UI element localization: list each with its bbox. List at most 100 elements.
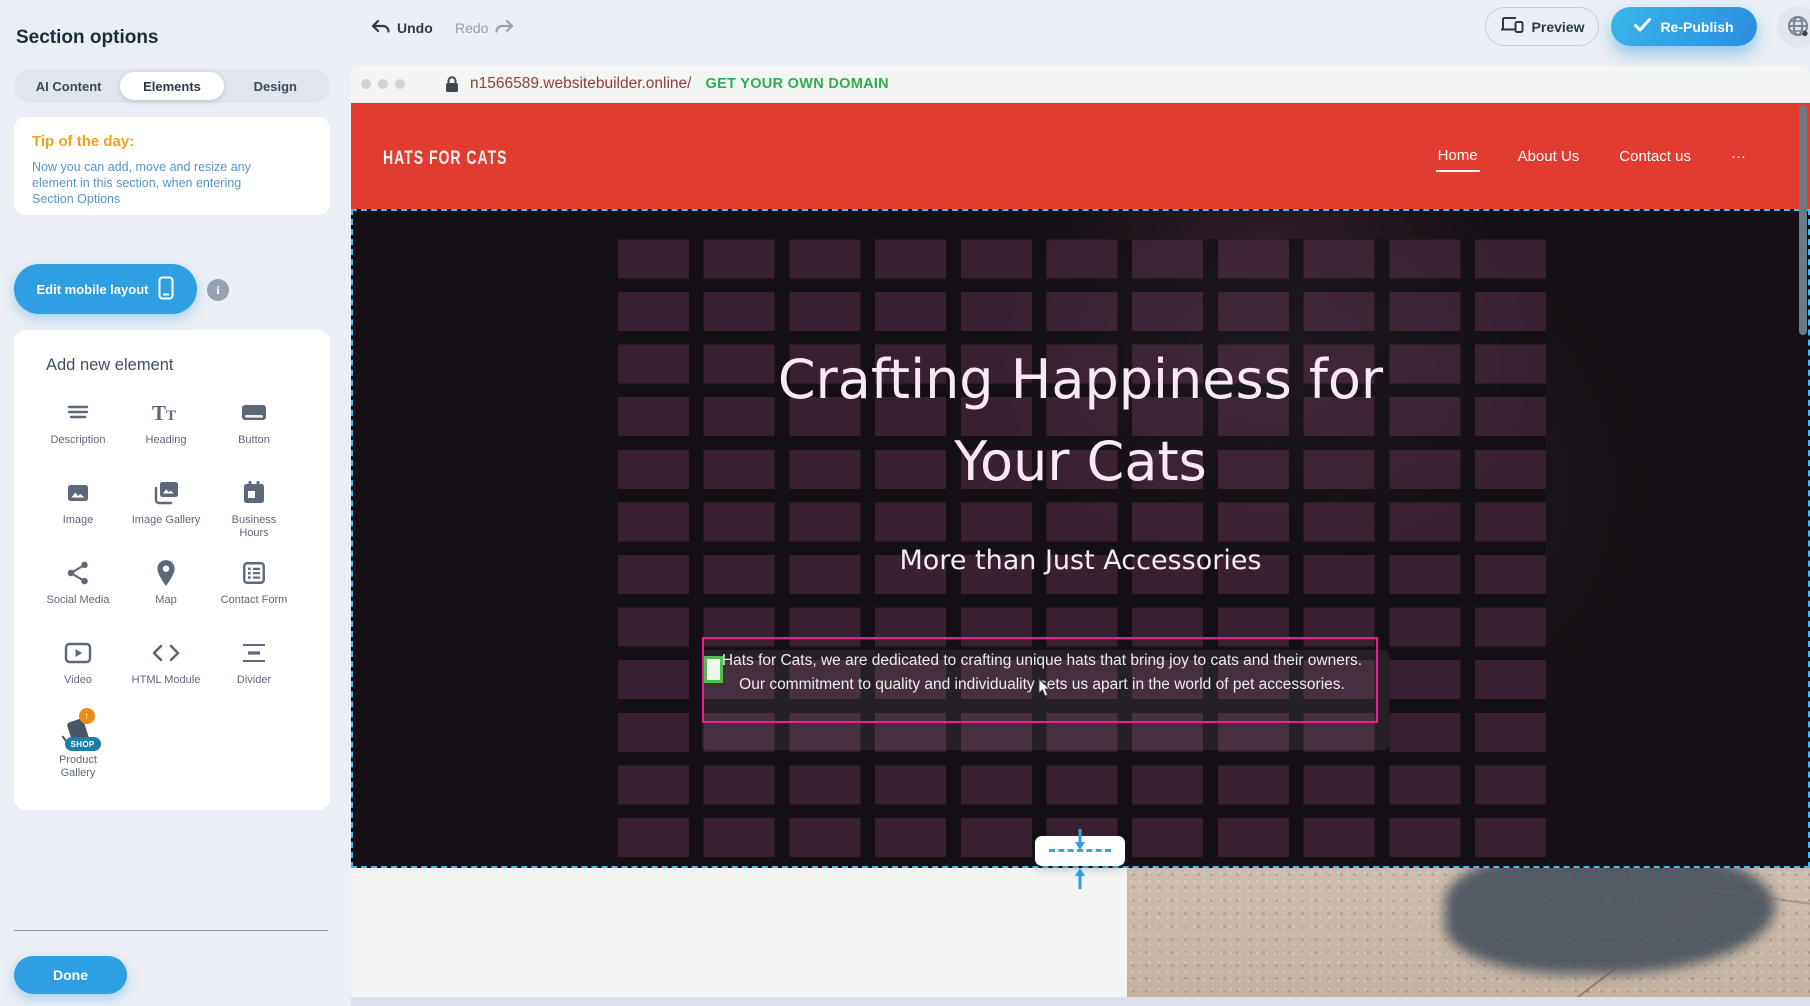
republish-button[interactable]: Re-Publish <box>1611 7 1757 46</box>
hero-title-line1: Crafting Happiness for <box>353 339 1808 421</box>
element-item-label: Description <box>50 434 105 447</box>
element-item-business-hours[interactable]: Business Hours <box>210 471 298 545</box>
sidebar-tabs: AI ContentElementsDesign <box>14 69 330 103</box>
map-icon <box>155 559 177 587</box>
element-item-contact-form[interactable]: Contact Form <box>210 551 298 625</box>
site-logo[interactable]: HATS FOR CATS <box>383 146 507 168</box>
element-item-video[interactable]: Video <box>34 631 122 705</box>
element-item-label: Map <box>155 594 176 607</box>
element-item-image[interactable]: Image <box>34 471 122 545</box>
viewport-bottom-strip <box>351 997 1810 1006</box>
html-module-icon <box>151 639 181 667</box>
element-item-label: Business Hours <box>219 514 289 540</box>
element-item-description[interactable]: Description <box>34 391 122 465</box>
mouse-cursor <box>1037 678 1051 703</box>
shop-badge: SHOP <box>65 737 101 751</box>
nav-item-about-us[interactable]: About Us <box>1516 142 1582 171</box>
tip-heading: Tip of the day: <box>32 133 312 150</box>
tab-elements[interactable]: Elements <box>120 72 223 100</box>
add-element-panel: Add new element Description TT Heading Butt… <box>14 330 330 810</box>
hero-paragraph-line1: Hats for Cats, we are dedicated to craft… <box>718 649 1366 673</box>
redo-label: Redo <box>455 20 488 36</box>
nav-item-contact-us[interactable]: Contact us <box>1617 142 1693 171</box>
next-section-left[interactable] <box>351 868 1127 1006</box>
add-element-heading: Add new element <box>14 330 330 375</box>
svg-text:T: T <box>152 401 166 425</box>
element-item-social-media[interactable]: Social Media <box>34 551 122 625</box>
element-item-label: Divider <box>237 674 271 687</box>
language-globe-button[interactable] <box>1777 6 1810 48</box>
social-media-icon <box>65 559 91 587</box>
lock-icon <box>445 76 459 93</box>
selected-hero-section[interactable]: Crafting Happiness for Your Cats More th… <box>351 209 1810 868</box>
product-gallery-icon: SHOP↑ <box>70 719 87 747</box>
browser-preview-window: n1566589.websitebuilder.online/ GET YOUR… <box>351 66 1810 1006</box>
element-item-product-gallery[interactable]: SHOP↑Product Gallery <box>34 711 122 785</box>
video-icon <box>64 639 92 667</box>
undo-button[interactable]: Undo <box>370 15 433 41</box>
edit-mobile-layout-button[interactable]: Edit mobile layout <box>14 264 197 314</box>
site-header[interactable]: HATS FOR CATS Home About Us Contact us ··· <box>351 103 1810 209</box>
preview-button[interactable]: Preview <box>1485 7 1599 46</box>
element-item-label: Product Gallery <box>43 754 113 780</box>
element-item-label: Heading <box>146 434 187 447</box>
element-item-map[interactable]: Map <box>122 551 210 625</box>
nav-item-home[interactable]: Home <box>1436 141 1480 172</box>
site-nav: Home About Us Contact us ··· <box>1436 103 1748 209</box>
element-item-label: Social Media <box>47 594 110 607</box>
republish-label: Re-Publish <box>1660 19 1733 35</box>
button-icon <box>240 399 268 427</box>
url-text[interactable]: n1566589.websitebuilder.online/ <box>470 75 691 93</box>
hero-title[interactable]: Crafting Happiness for Your Cats <box>353 339 1808 503</box>
upgrade-arrow-badge: ↑ <box>79 708 95 724</box>
tip-card: Tip of the day: Now you can add, move an… <box>14 117 330 215</box>
hero-title-line2: Your Cats <box>353 421 1808 503</box>
element-grid: Description TT Heading Button Image Image Gal… <box>14 375 330 785</box>
undo-label: Undo <box>397 20 433 36</box>
done-button[interactable]: Done <box>14 956 127 994</box>
element-item-label: Image Gallery <box>132 514 200 527</box>
element-item-heading[interactable]: TT Heading <box>122 391 210 465</box>
preview-label: Preview <box>1532 19 1585 35</box>
devices-icon <box>1500 16 1524 37</box>
check-icon <box>1634 18 1651 35</box>
browser-chrome: n1566589.websitebuilder.online/ GET YOUR… <box>351 66 1810 103</box>
redo-button[interactable]: Redo <box>455 15 515 41</box>
element-item-label: Image <box>63 514 94 527</box>
business-hours-icon <box>241 479 267 507</box>
description-icon <box>65 399 91 427</box>
site-canvas: HATS FOR CATS HomeAbout UsContact us··· … <box>351 103 1810 1006</box>
edit-mobile-layout-label: Edit mobile layout <box>37 282 149 297</box>
heading-icon: TT <box>151 399 181 427</box>
info-icon[interactable]: i <box>207 279 229 301</box>
element-item-button[interactable]: Button <box>210 391 298 465</box>
element-item-divider[interactable]: Divider <box>210 631 298 705</box>
scrollbar-thumb[interactable] <box>1799 105 1807 335</box>
app: Section options AI ContentElementsDesign… <box>0 0 1810 1006</box>
tab-design[interactable]: Design <box>224 72 327 100</box>
resize-arrows-icon <box>1071 829 1089 889</box>
redo-icon <box>495 19 515 38</box>
tip-body: Now you can add, move and resize any ele… <box>32 159 282 207</box>
mobile-phone-icon <box>158 276 174 303</box>
svg-text:T: T <box>166 408 176 424</box>
contact-form-icon <box>241 559 267 587</box>
image-gallery-icon <box>152 479 180 507</box>
page-title: Section options <box>16 27 159 49</box>
tab-ai-content[interactable]: AI Content <box>17 72 120 100</box>
panel-divider <box>14 930 328 931</box>
undo-icon <box>370 19 390 38</box>
globe-icon <box>1786 14 1810 41</box>
element-item-image-gallery[interactable]: Image Gallery <box>122 471 210 545</box>
next-section-floor-image[interactable] <box>1127 868 1810 1006</box>
element-item-html-module[interactable]: HTML Module <box>122 631 210 705</box>
element-item-label: Button <box>238 434 270 447</box>
get-domain-link[interactable]: GET YOUR OWN DOMAIN <box>705 76 888 92</box>
divider-icon <box>240 639 268 667</box>
element-item-label: Contact Form <box>221 594 288 607</box>
cat-shadow <box>1445 868 1775 974</box>
element-item-label: Video <box>64 674 92 687</box>
browser-traffic-dots <box>361 79 405 89</box>
nav-item-more[interactable]: ··· <box>1729 142 1748 171</box>
hero-subtitle[interactable]: More than Just Accessories <box>353 545 1808 576</box>
